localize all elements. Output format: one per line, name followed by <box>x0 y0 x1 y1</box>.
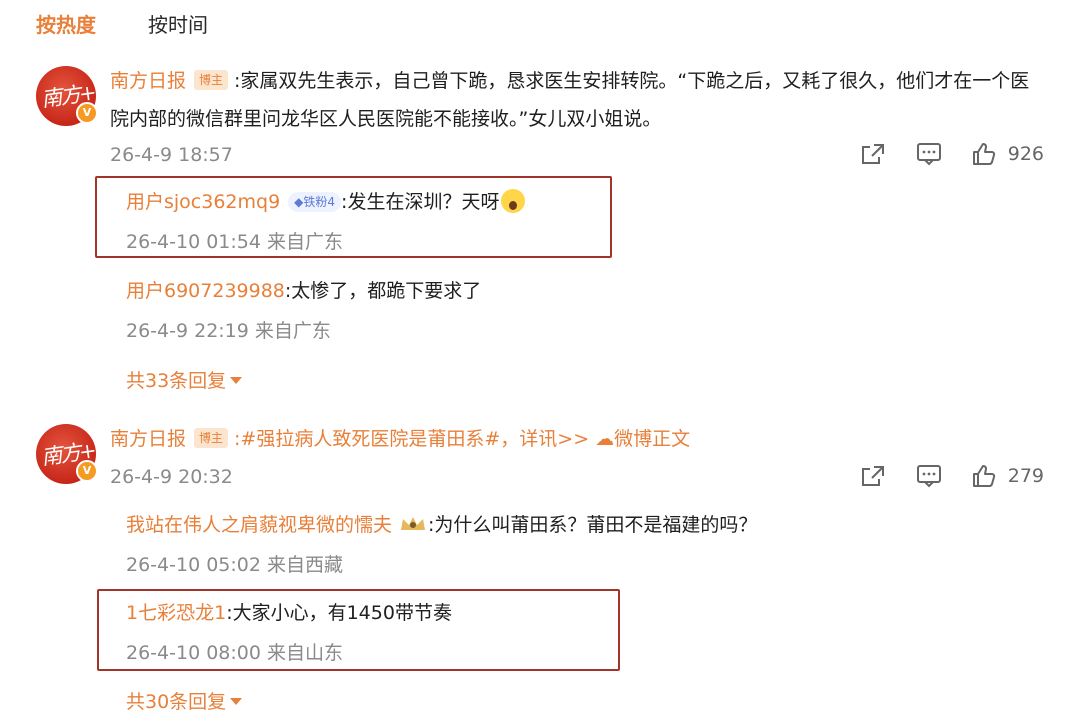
comment-actions: 926 <box>860 142 1044 166</box>
reply-meta: 26-4-9 22:19 来自广东 <box>126 320 331 342</box>
reply-text: :太惨了，都跪下要求了 <box>284 280 482 302</box>
comment-button[interactable] <box>916 142 942 166</box>
reply-author[interactable]: 用户6907239988 <box>126 280 285 302</box>
tab-by-time[interactable]: 按时间 <box>148 10 208 40</box>
reply-text: :为什么叫莆田系？莆田不是福建的吗？ <box>428 514 758 536</box>
author-name[interactable]: 南方日报 <box>110 70 186 92</box>
comment-time: 26-4-9 18:57 <box>110 144 233 166</box>
author-badge: 博主 <box>194 70 229 90</box>
verified-icon: V <box>76 102 98 124</box>
share-button[interactable] <box>860 464 886 488</box>
author-name[interactable]: 南方日报 <box>110 428 186 450</box>
comment-icon <box>916 143 941 166</box>
comment-icon <box>916 465 941 488</box>
thumbs-up-icon <box>972 143 995 165</box>
like-button[interactable]: 926 <box>972 142 1044 166</box>
reply-author[interactable]: 我站在伟人之肩藐视卑微的懦夫 <box>126 514 392 536</box>
share-icon <box>861 144 884 164</box>
comment-text: 南方日报 博主:#强拉病人致死医院是莆田系#，详讯>> ☁微博正文 <box>110 420 1046 458</box>
reply-item: 我站在伟人之肩藐视卑微的懦夫 :为什么叫莆田系？莆田不是福建的吗？ 26-4-10… <box>126 511 1040 579</box>
reply-meta: 26-4-10 05:02 来自西藏 <box>126 554 343 576</box>
thumbs-up-icon <box>972 465 995 487</box>
verified-icon: V <box>76 460 98 482</box>
like-button[interactable]: 279 <box>972 464 1044 488</box>
more-replies-link[interactable]: 共30条回复 <box>126 687 243 714</box>
chevron-down-icon <box>230 698 243 705</box>
comment-text: 南方日报 博主:家属双先生表示，自己曾下跪，恳求医生安排转院。“下跪之后，又耗了很… <box>110 62 1046 138</box>
sort-tabs: 按热度 按时间 <box>36 10 208 40</box>
reply-item: 用户6907239988:太惨了，都跪下要求了 26-4-9 22:19 来自广… <box>126 277 1040 345</box>
weibo-link[interactable]: ☁微博正文 <box>589 428 690 450</box>
share-button[interactable] <box>860 142 886 166</box>
tab-by-hotness[interactable]: 按热度 <box>36 10 96 40</box>
comment-time: 26-4-9 20:32 <box>110 466 233 488</box>
author-badge: 博主 <box>194 428 229 448</box>
highlight-box <box>97 589 620 671</box>
avatar[interactable]: 南方+ V <box>36 424 98 484</box>
like-count: 279 <box>1007 465 1044 487</box>
share-icon <box>861 466 884 486</box>
comment-actions: 279 <box>860 464 1044 488</box>
hashtag-link[interactable]: :#强拉病人致死医院是莆田系#，详讯>> <box>234 428 589 450</box>
crown-badge-icon <box>401 517 426 530</box>
highlight-box <box>95 176 612 258</box>
comment-body: :家属双先生表示，自己曾下跪，恳求医生安排转院。“下跪之后，又耗了很久，他们才在… <box>110 70 1030 130</box>
avatar[interactable]: 南方+ V <box>36 66 98 126</box>
more-replies-link[interactable]: 共33条回复 <box>126 366 243 393</box>
comment-button[interactable] <box>916 464 942 488</box>
chevron-down-icon <box>230 377 243 384</box>
like-count: 926 <box>1007 143 1044 165</box>
